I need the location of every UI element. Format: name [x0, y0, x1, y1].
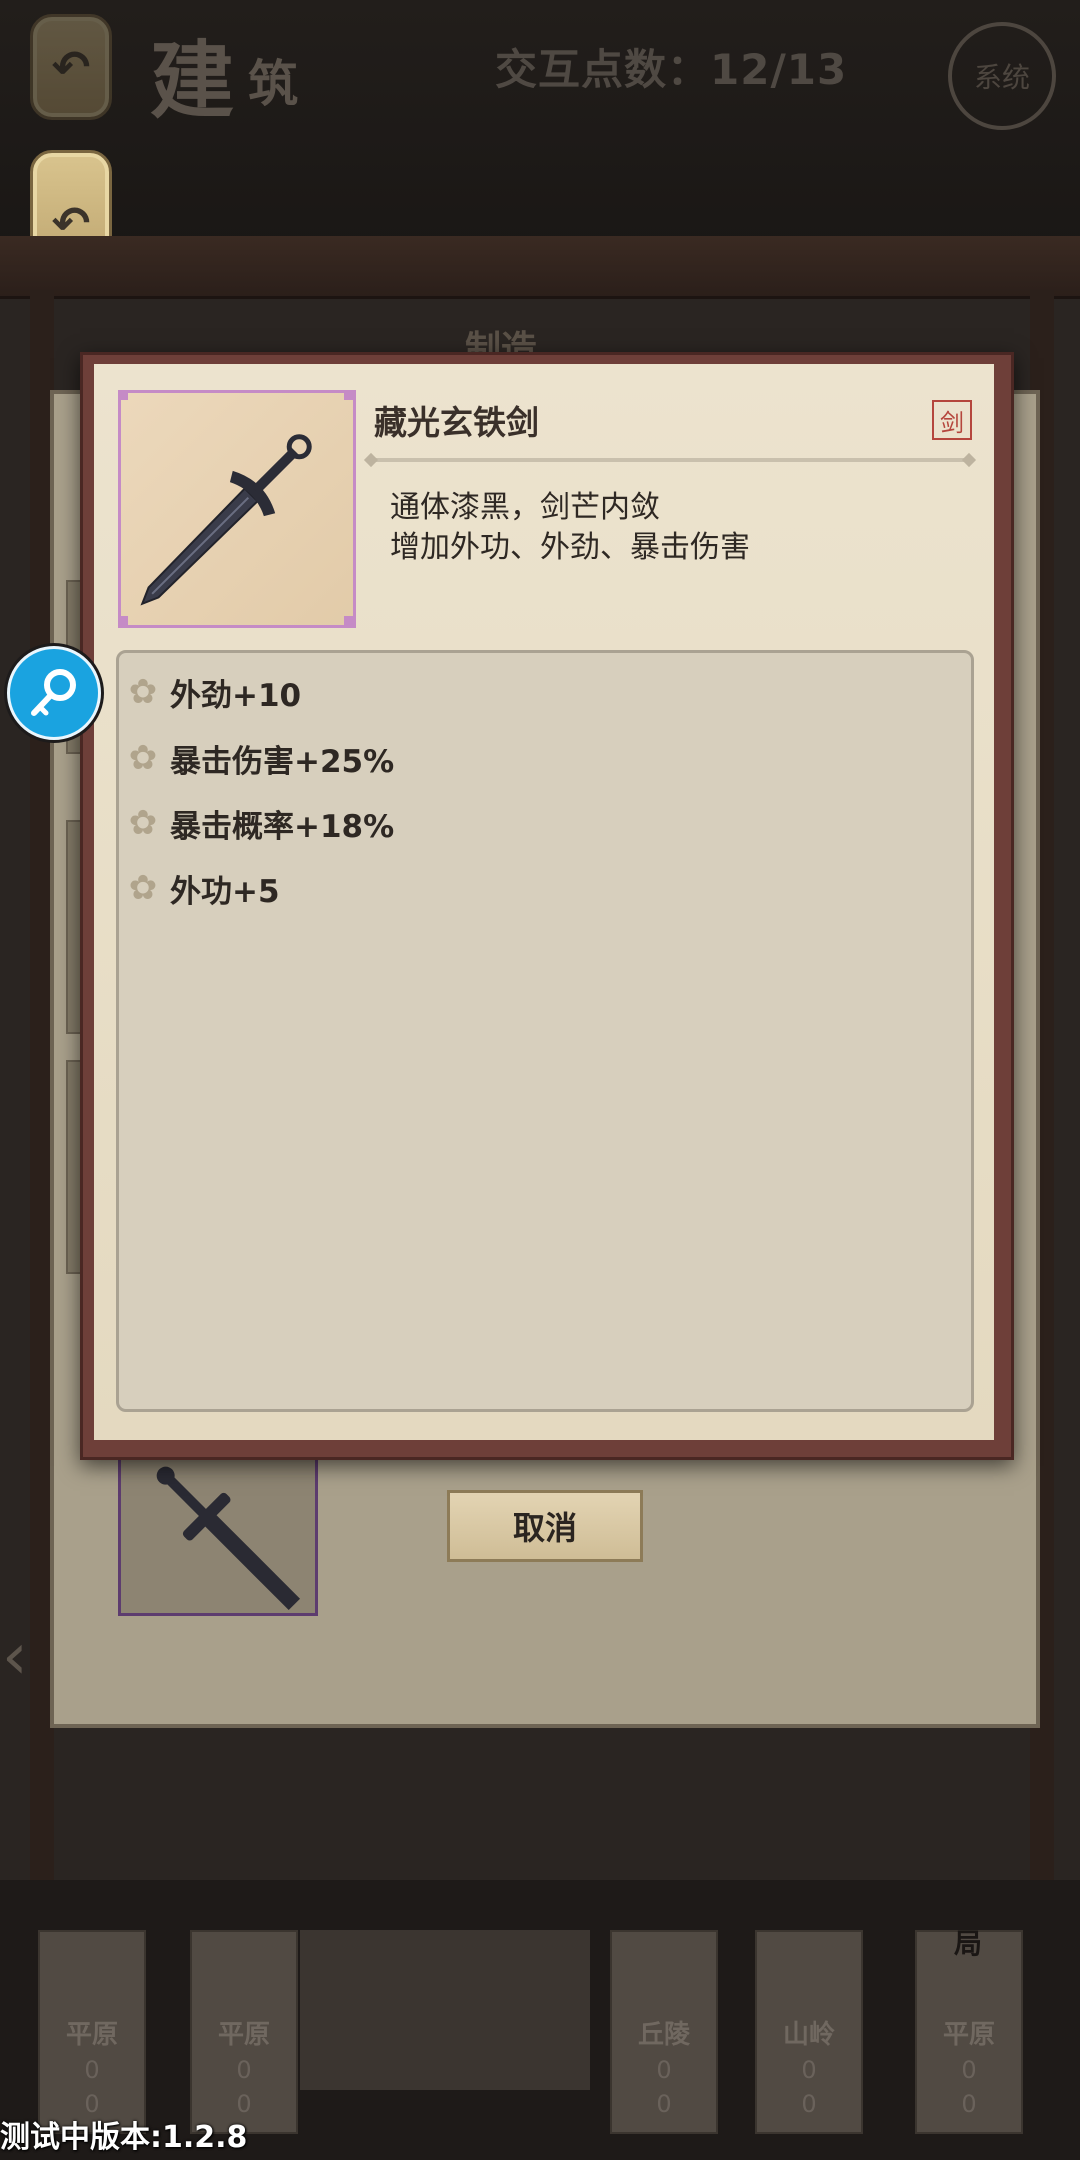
page-title-char-2: 筑	[248, 54, 298, 113]
terrain-card[interactable]: 山岭 0 0	[755, 1930, 863, 2134]
search-button[interactable]	[4, 643, 104, 743]
terrain-count: 0	[656, 2090, 672, 2118]
stat-label: 外劲+10	[170, 677, 302, 714]
divider	[370, 458, 970, 462]
stat-label: 外功+5	[170, 873, 280, 910]
back-button-inactive[interactable]: ↶	[30, 14, 112, 120]
terrain-card[interactable]: 丘陵 0 0	[610, 1930, 718, 2134]
terrain-count: 0	[961, 2090, 977, 2118]
frame-corner	[344, 390, 354, 400]
flower-icon: ✿	[128, 672, 158, 712]
interaction-points-counter: 交互点数：12/13	[495, 45, 848, 94]
selected-item-card[interactable]	[118, 1440, 318, 1616]
terrain-label: 山岭	[782, 2020, 835, 2050]
terrain-card[interactable]: 平原 0 0	[190, 1930, 298, 2134]
undo-arrow-icon: ↶	[51, 40, 91, 94]
cancel-button[interactable]: 取消	[447, 1490, 643, 1562]
terrain-label: 平原	[942, 2020, 995, 2050]
stat-label: 暴击概率+18%	[170, 808, 395, 845]
terrain-count: 0	[801, 2090, 817, 2118]
flower-icon: ✿	[128, 868, 158, 908]
town-illustration	[300, 1930, 590, 2090]
terrain-label: 丘陵	[637, 2020, 690, 2050]
stat-row: ✿ 外功+5	[126, 863, 280, 913]
terrain-count: 0	[801, 2056, 817, 2084]
version-text: 测试中版本:1.2.8	[0, 2120, 248, 2155]
terrain-count: 0	[236, 2056, 252, 2084]
frame-corner	[118, 390, 128, 400]
terrain-count: 0	[84, 2056, 100, 2084]
terrain-count: 0	[961, 2056, 977, 2084]
page-title-char-1: 建	[150, 31, 235, 130]
item-description-line: 通体漆黑，剑芒内敛	[390, 490, 660, 525]
sword-icon	[140, 434, 312, 606]
stat-row: ✿ 暴击概率+18%	[126, 798, 394, 848]
stat-row: ✿ 暴击伤害+25%	[126, 733, 394, 783]
magnifier-icon	[31, 669, 76, 716]
frame-corner	[344, 616, 354, 626]
item-type-badge: 剑	[932, 400, 972, 440]
stat-row: ✿ 外劲+10	[126, 667, 301, 717]
terrain-label: 平原	[65, 2020, 118, 2050]
search-key-icon	[7, 646, 101, 740]
terrain-label: 平原	[217, 2020, 270, 2050]
terrain-count: 0	[656, 2056, 672, 2084]
sword-icon	[156, 1466, 301, 1611]
system-button[interactable]: 系统	[948, 22, 1056, 130]
item-description-line: 增加外功、外劲、暴击伤害	[390, 530, 750, 565]
stat-label: 暴击伤害+25%	[170, 743, 395, 780]
flower-icon: ✿	[128, 738, 158, 778]
flower-icon: ✿	[128, 803, 158, 843]
item-name: 藏光玄铁剑	[374, 403, 539, 442]
gate-beam	[0, 236, 1080, 299]
frame-corner	[118, 616, 128, 626]
terrain-card[interactable]: 平原 0 0	[38, 1930, 146, 2134]
bottom-right-label: 局	[954, 1927, 983, 1960]
item-image	[118, 390, 356, 628]
chevron-left-icon[interactable]: ‹	[2, 1620, 28, 1694]
